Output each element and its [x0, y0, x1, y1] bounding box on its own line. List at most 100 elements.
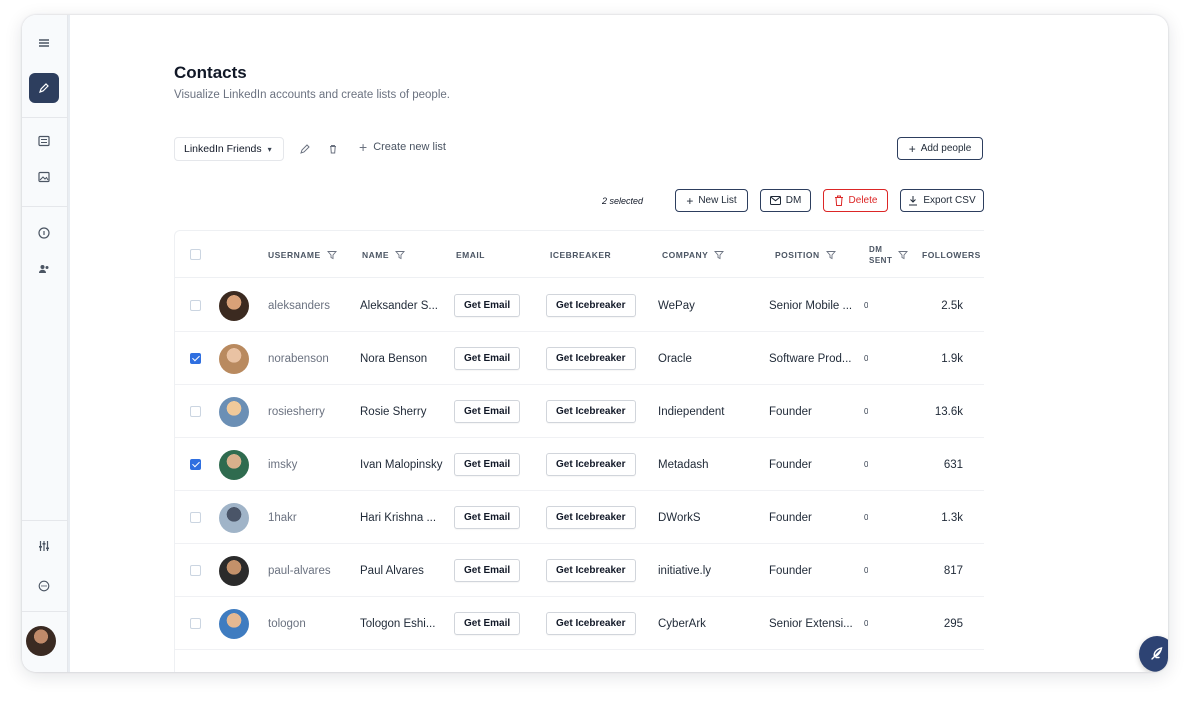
- username-cell[interactable]: rosiesherry: [268, 385, 356, 438]
- column-username[interactable]: USERNAME: [268, 231, 337, 278]
- export-csv-button[interactable]: Export CSV: [900, 189, 984, 212]
- table-row[interactable]: rosiesherry Rosie Sherry Get Email Get Iceb…: [175, 385, 984, 438]
- column-name[interactable]: NAME: [362, 231, 406, 278]
- feather-fab-button[interactable]: [1139, 636, 1168, 672]
- column-email: EMAIL: [456, 231, 485, 278]
- followers-cell: 295: [943, 617, 963, 630]
- email-cell: Get Email: [454, 438, 521, 491]
- image-icon[interactable]: [29, 162, 59, 192]
- list-icon[interactable]: [29, 126, 59, 156]
- table-row[interactable]: aleksanders Aleksander S... Get Email Get I…: [175, 279, 984, 332]
- delete-button[interactable]: Delete: [823, 189, 888, 212]
- trash-icon: [834, 195, 843, 206]
- get-email-button[interactable]: Get Email: [454, 294, 521, 317]
- column-dm-sent[interactable]: DM SENT: [869, 231, 909, 278]
- username-cell[interactable]: tologon: [268, 597, 356, 650]
- icebreaker-cell: Get Icebreaker: [546, 385, 636, 438]
- username-cell[interactable]: norabenson: [268, 332, 356, 385]
- username-cell[interactable]: 1hakr: [268, 491, 356, 544]
- followers-cell: 817: [943, 564, 963, 577]
- filter-icon[interactable]: [395, 250, 406, 260]
- contacts-table: USERNAME NAME EMAIL ICEBREAKER COMPANY P…: [174, 230, 984, 672]
- column-position[interactable]: POSITION: [775, 231, 836, 278]
- filter-icon[interactable]: [898, 250, 909, 260]
- get-icebreaker-button[interactable]: Get Icebreaker: [546, 400, 636, 423]
- get-email-button[interactable]: Get Email: [454, 612, 521, 635]
- menu-icon[interactable]: [29, 28, 59, 58]
- row-checkbox[interactable]: [190, 459, 201, 470]
- get-email-button[interactable]: Get Email: [454, 347, 521, 370]
- row-checkbox[interactable]: [190, 618, 201, 629]
- create-list-button[interactable]: + Create new list: [359, 140, 446, 154]
- username-cell[interactable]: imsky: [268, 438, 356, 491]
- user-avatar[interactable]: [26, 626, 56, 656]
- company-cell: CyberArk: [658, 617, 706, 630]
- email-cell: Get Email: [454, 491, 521, 544]
- filter-icon[interactable]: [326, 250, 337, 260]
- new-list-label: New List: [698, 195, 737, 206]
- dm-sent-cell: 0: [864, 619, 869, 628]
- column-company[interactable]: COMPANY: [662, 231, 725, 278]
- email-cell: Get Email: [454, 279, 521, 332]
- plus-icon: +: [908, 141, 916, 156]
- column-followers[interactable]: FOLLOWERS: [922, 231, 984, 278]
- get-icebreaker-button[interactable]: Get Icebreaker: [546, 453, 636, 476]
- chevron-down-icon: ▾: [267, 144, 272, 154]
- edit-icon[interactable]: [29, 73, 59, 103]
- trash-icon[interactable]: [327, 143, 339, 155]
- new-list-button[interactable]: + New List: [675, 189, 748, 212]
- sidebar-divider: [22, 520, 68, 521]
- pencil-icon[interactable]: [299, 143, 311, 155]
- get-email-button[interactable]: Get Email: [454, 559, 521, 582]
- avatar: [219, 291, 249, 321]
- filter-icon[interactable]: [714, 250, 725, 260]
- table-row[interactable]: paul-alvares Paul Alvares Get Email Get Ice…: [175, 544, 984, 597]
- table-row[interactable]: tologon Tologon Eshi... Get Email Get Icebr…: [175, 597, 984, 650]
- list-selector[interactable]: LinkedIn Friends ▾: [174, 137, 284, 161]
- table-row[interactable]: norabenson Nora Benson Get Email Get Icebre…: [175, 332, 984, 385]
- row-checkbox[interactable]: [190, 353, 201, 364]
- sidebar-resize-handle[interactable]: [68, 15, 70, 672]
- name-cell: Tologon Eshi...: [360, 617, 436, 630]
- get-icebreaker-button[interactable]: Get Icebreaker: [546, 347, 636, 370]
- column-email-label: EMAIL: [456, 249, 485, 260]
- select-all-checkbox[interactable]: [190, 249, 201, 260]
- chat-icon[interactable]: [29, 571, 59, 601]
- position-cell: Founder: [769, 511, 812, 524]
- row-checkbox[interactable]: [190, 565, 201, 576]
- sidebar-divider: [22, 117, 68, 118]
- followers-cell: 2.5k: [941, 299, 963, 312]
- plus-icon: +: [686, 193, 694, 208]
- get-email-button[interactable]: Get Email: [454, 506, 521, 529]
- email-cell: Get Email: [454, 332, 521, 385]
- get-icebreaker-button[interactable]: Get Icebreaker: [546, 294, 636, 317]
- position-cell: Founder: [769, 458, 812, 471]
- company-cell: Metadash: [658, 458, 709, 471]
- info-icon[interactable]: [29, 218, 59, 248]
- company-cell: initiative.ly: [658, 564, 712, 577]
- table-row[interactable]: 1hakr Hari Krishna ... Get Email Get Icebre…: [175, 491, 984, 544]
- dm-button[interactable]: DM: [760, 189, 811, 212]
- get-email-button[interactable]: Get Email: [454, 400, 521, 423]
- email-cell: Get Email: [454, 385, 521, 438]
- row-checkbox[interactable]: [190, 300, 201, 311]
- selected-count: 2 selected: [602, 196, 644, 206]
- username-cell[interactable]: paul-alvares: [268, 544, 356, 597]
- table-row[interactable]: imsky Ivan Malopinsky Get Email Get Icebrea…: [175, 438, 984, 491]
- add-people-button[interactable]: + Add people: [897, 137, 983, 160]
- sliders-icon[interactable]: [29, 531, 59, 561]
- feather-icon: [1151, 647, 1163, 660]
- get-email-button[interactable]: Get Email: [454, 453, 521, 476]
- position-cell: Senior Mobile ...: [769, 299, 853, 312]
- icebreaker-cell: Get Icebreaker: [546, 332, 636, 385]
- dm-sent-cell: 0: [864, 301, 869, 310]
- username-cell[interactable]: aleksanders: [268, 279, 356, 332]
- filter-icon[interactable]: [825, 250, 836, 260]
- get-icebreaker-button[interactable]: Get Icebreaker: [546, 612, 636, 635]
- get-icebreaker-button[interactable]: Get Icebreaker: [546, 559, 636, 582]
- column-username-label: USERNAME: [268, 249, 321, 260]
- get-icebreaker-button[interactable]: Get Icebreaker: [546, 506, 636, 529]
- users-icon[interactable]: [29, 254, 59, 284]
- row-checkbox[interactable]: [190, 406, 201, 417]
- row-checkbox[interactable]: [190, 512, 201, 523]
